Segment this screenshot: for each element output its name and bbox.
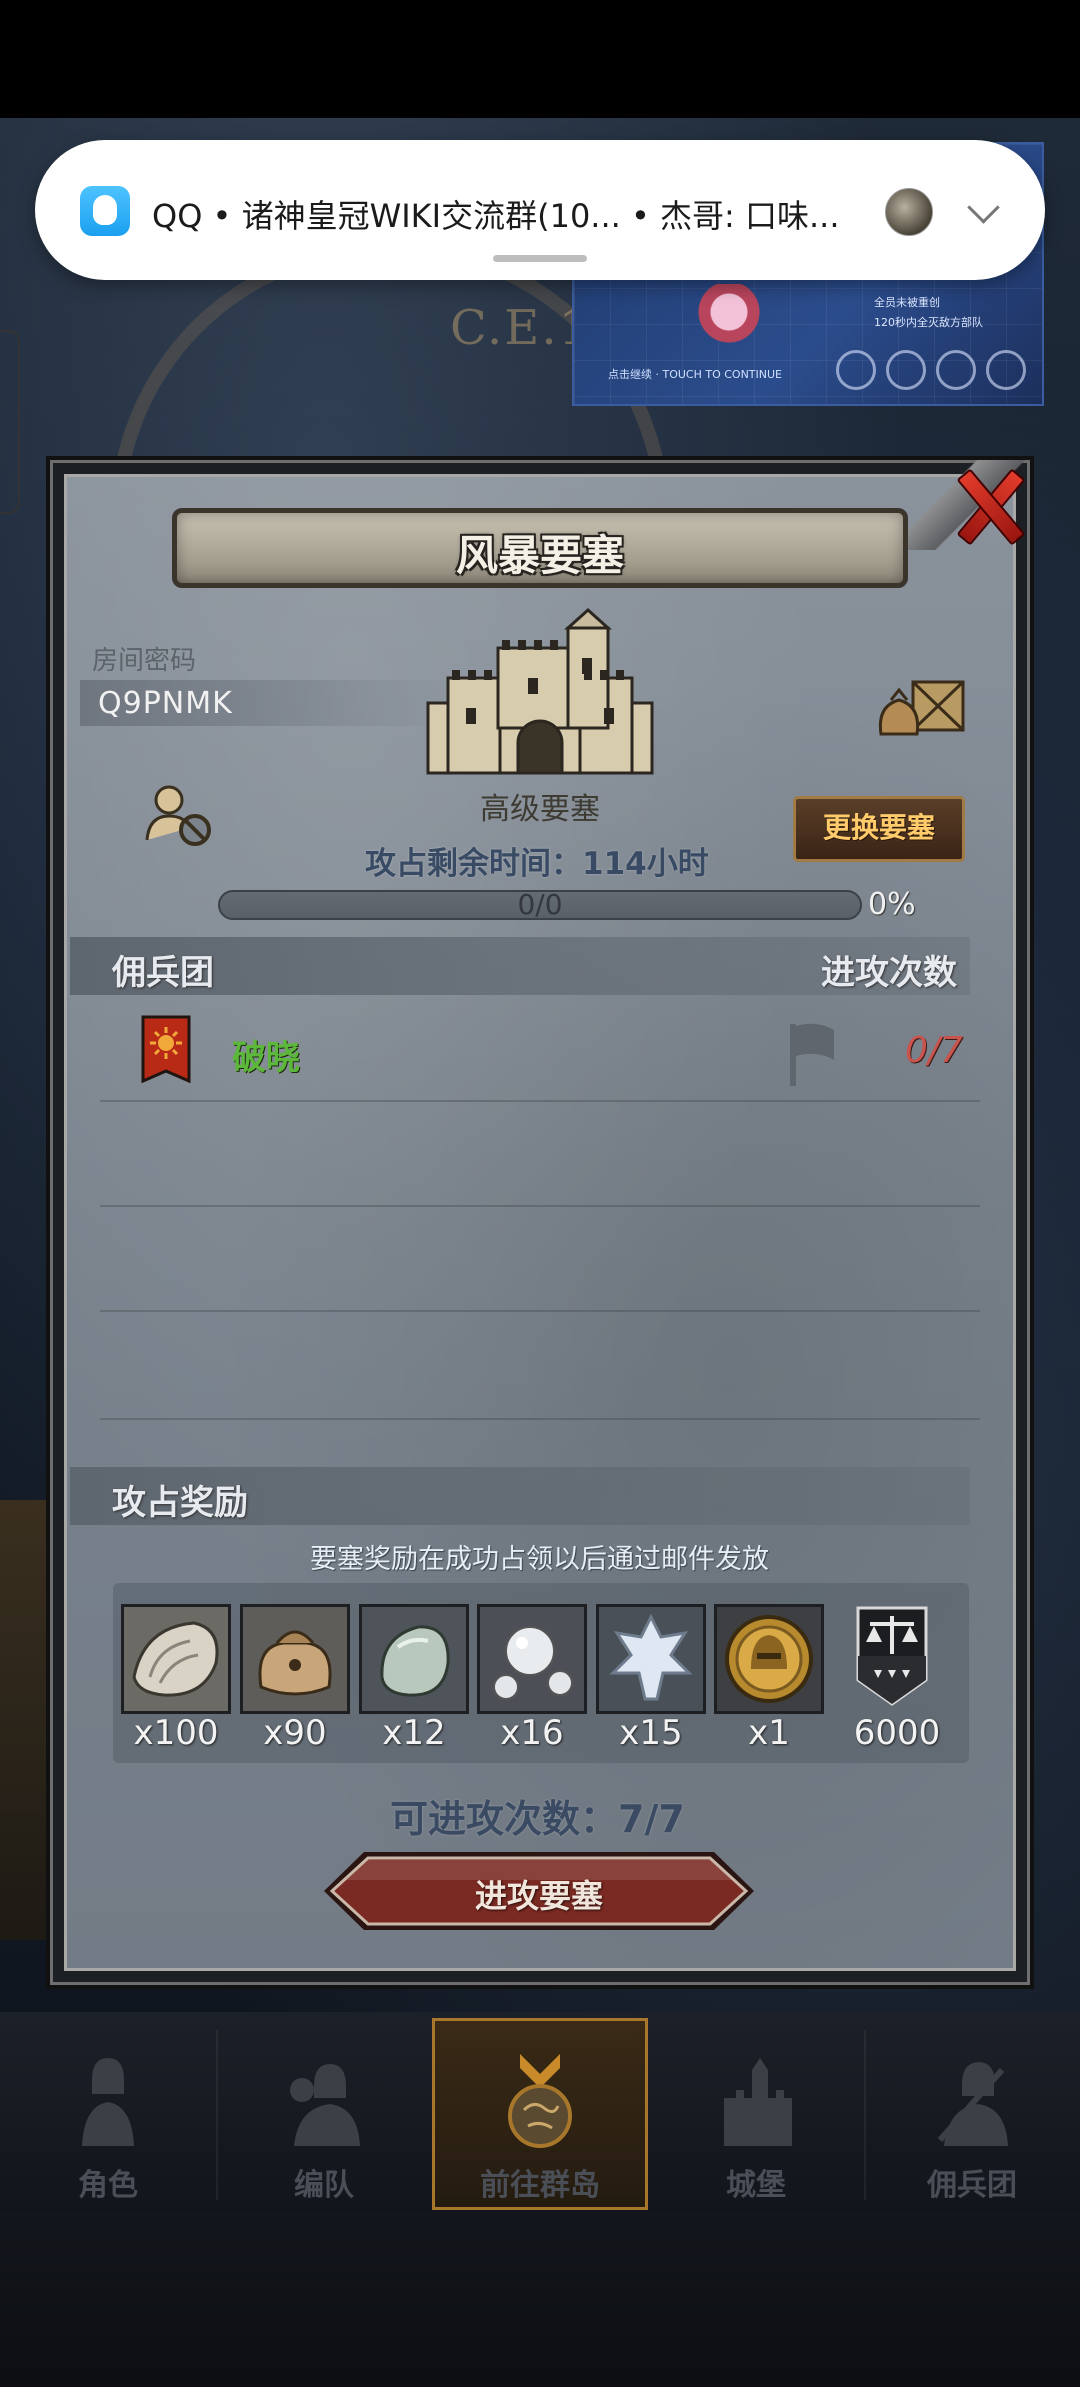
room-code-value[interactable]: Q9PNMK (98, 686, 233, 721)
pip-text-line: 全员未被重创 (874, 296, 940, 309)
change-fortress-button[interactable]: 更换要塞 (793, 796, 965, 862)
pearls-icon (480, 1607, 584, 1711)
occupation-progress-percent: 0% (868, 887, 916, 922)
knight-icon (82, 2058, 134, 2146)
reward-quantity: x1 (748, 1713, 790, 1753)
reward-quantity: x100 (133, 1713, 219, 1753)
stone-icon (362, 1607, 466, 1711)
background-side-panel (0, 330, 20, 514)
notification-drag-handle[interactable] (493, 255, 587, 262)
reward-quantity: x90 (263, 1713, 327, 1753)
pip-skill-icon (936, 350, 976, 390)
available-attacks-label: 可进攻次数：7/7 (390, 1797, 685, 1841)
pip-skill-icon (986, 350, 1026, 390)
reward-quantity: x12 (382, 1713, 446, 1753)
attack-flag-icon (790, 1023, 834, 1086)
nav-label: 城堡 (726, 2168, 786, 2203)
reward-slot-stone[interactable] (359, 1604, 469, 1714)
crystal-icon (599, 1607, 703, 1711)
mercenary-banner-icon (141, 1015, 191, 1083)
pip-character (684, 284, 774, 354)
attack-fortress-label: 进攻要塞 (474, 1877, 603, 1915)
nav-item-character[interactable]: 角色 (18, 2050, 198, 2203)
pip-footer-text: 点击继续 · TOUCH TO CONTINUE (608, 368, 783, 381)
reward-header: 攻占奖励 (112, 1483, 248, 1523)
mercenary-attack-count: 0/7 (905, 1030, 963, 1071)
row-divider (100, 1205, 980, 1207)
globe-icon (508, 2054, 572, 2148)
helmet-medal-icon (717, 1607, 821, 1711)
oyster-icon (124, 1607, 228, 1711)
mercenary-icon (937, 2062, 1008, 2146)
castle-icon (724, 2058, 792, 2146)
nav-item-islands[interactable]: 前往群岛 (450, 2050, 630, 2203)
nav-separator (216, 2030, 218, 2200)
row-divider (100, 1310, 980, 1312)
dialog-title: 风暴要塞 (455, 531, 624, 580)
supply-bag-crate-icon[interactable] (873, 672, 973, 742)
pip-skill-icon (836, 350, 876, 390)
nav-item-castle[interactable]: 城堡 (666, 2050, 846, 2203)
qq-app-icon (80, 186, 130, 236)
attack-count-column-header: 进攻次数 (821, 953, 957, 993)
reward-slot-pearls[interactable] (477, 1604, 587, 1714)
formation-icon (290, 2064, 360, 2146)
close-button[interactable] (950, 466, 1026, 542)
background-side-decoration (0, 1500, 46, 1940)
scales-banner-icon (856, 1606, 928, 1706)
nav-item-formation[interactable]: 编队 (234, 2050, 414, 2203)
pip-text-line: 120秒内全灭敌方部队 (874, 316, 983, 329)
reward-slot-pouch[interactable] (240, 1604, 350, 1714)
reward-slot-oyster[interactable] (121, 1604, 231, 1714)
status-bar-area (0, 0, 1080, 118)
bottom-background (0, 2212, 1080, 2387)
reward-quantity: 6000 (853, 1713, 941, 1753)
occupation-progress-text: 0/0 (517, 888, 563, 921)
user-blocked-icon[interactable] (143, 782, 215, 848)
nav-label: 角色 (78, 2168, 138, 2203)
pouch-icon (243, 1607, 347, 1711)
nav-label: 佣兵团 (927, 2168, 1017, 2203)
mercenary-name[interactable]: 破晓 (232, 1030, 300, 1079)
row-divider (100, 1100, 980, 1102)
reward-note: 要塞奖励在成功占领以后通过邮件发放 (310, 1544, 769, 1575)
pip-skill-icon (886, 350, 926, 390)
nav-separator (864, 2030, 866, 2200)
nav-item-mercenary[interactable]: 佣兵团 (882, 2050, 1062, 2203)
nav-label: 前往群岛 (480, 2168, 600, 2203)
row-divider (100, 1418, 980, 1420)
nav-label: 编队 (294, 2168, 354, 2203)
castle-type-label: 高级要塞 (480, 792, 600, 827)
reward-quantity: x16 (500, 1713, 564, 1753)
remaining-time-label: 攻占剩余时间：114小时 (365, 846, 709, 882)
reward-slot-prestige[interactable] (852, 1604, 932, 1714)
castle-icon (426, 608, 654, 775)
notification-text: QQ • 诸神皇冠WIKI交流群(10... • 杰哥: 口味... (152, 197, 840, 235)
sender-avatar (885, 188, 933, 236)
room-code-label: 房间密码 (92, 646, 197, 676)
reward-slot-medal[interactable] (714, 1604, 824, 1714)
mercenary-column-header: 佣兵团 (112, 953, 214, 993)
reward-slot-crystal[interactable] (596, 1604, 706, 1714)
reward-quantity: x15 (619, 1713, 683, 1753)
